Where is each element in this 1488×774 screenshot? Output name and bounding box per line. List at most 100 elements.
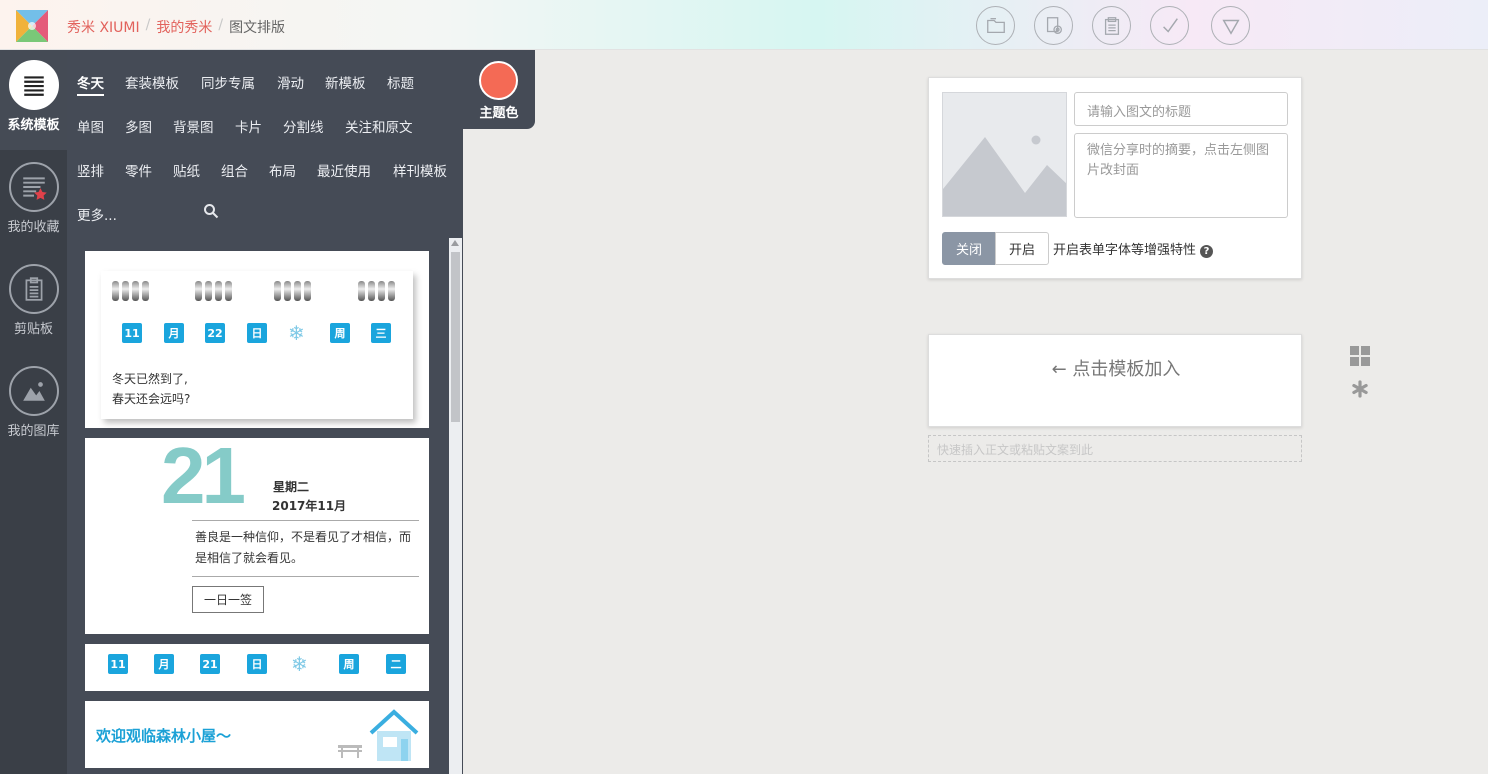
template-card-calendar[interactable]: 11 月 22 日 ❄ 周 三 冬天已然到了, 春天还会远吗? — [85, 251, 429, 428]
rail-item-gallery[interactable]: 我的图库 — [0, 366, 67, 439]
date-box: 22 — [205, 323, 225, 343]
copy-settings-icon — [1046, 16, 1062, 34]
date-box: 21 — [200, 654, 220, 674]
theme-color-picker[interactable]: 主题色 — [463, 50, 535, 129]
check-icon — [1162, 17, 1178, 33]
year-month-label: 2017年11月 — [272, 499, 347, 513]
breadcrumb-separator: / — [145, 17, 151, 33]
clipboard-icon — [8, 264, 59, 314]
category-stickers[interactable]: 贴纸 — [173, 160, 200, 180]
left-rail: 系统模板 我的收藏 剪贴板 我的图库 — [0, 50, 67, 774]
more-options-button[interactable] — [1211, 6, 1250, 45]
category-slide[interactable]: 滑动 — [277, 72, 304, 92]
enhanced-features-text: 开启表单字体等增强特性 — [1053, 243, 1197, 258]
weekday-label: 星期二 — [273, 480, 310, 494]
quote-text: 善良是一种信仰，不是看见了才相信，而是相信了就会看见。 — [195, 530, 412, 565]
rail-item-label: 我的收藏 — [7, 220, 60, 235]
category-sync-exclusive[interactable]: 同步专属 — [201, 72, 255, 92]
open-file-button[interactable] — [976, 6, 1015, 45]
template-card-forest-cabin[interactable]: 欢迎观临森林小屋〜 — [85, 701, 429, 768]
scroll-up-arrow-icon[interactable] — [451, 240, 459, 246]
grid-view-icon[interactable] — [1350, 346, 1370, 366]
brand-link[interactable]: 秀米 XIUMI — [67, 17, 140, 37]
snowflake-icon: ❄ — [288, 321, 305, 345]
clipboard-icon — [1104, 16, 1119, 35]
snowflake-icon: ❄ — [291, 652, 308, 676]
image-placeholder-icon — [943, 93, 1066, 216]
breadcrumb-my-xiumi[interactable]: 我的秀米 — [156, 17, 212, 37]
theme-color-label: 主题色 — [479, 106, 519, 121]
date-box: 周 — [330, 323, 350, 343]
menu-lines-icon — [8, 60, 59, 110]
date-box: 11 — [108, 654, 128, 674]
rail-item-favorites[interactable]: 我的收藏 — [0, 162, 67, 235]
category-layout[interactable]: 布局 — [269, 160, 296, 180]
category-single-image[interactable]: 单图 — [77, 116, 104, 136]
daily-sign-label: 一日一签 — [192, 586, 264, 613]
category-sample-templates[interactable]: 样刊模板 — [393, 160, 447, 180]
rail-item-clipboard[interactable]: 剪贴板 — [0, 264, 67, 337]
toggle-off-button[interactable]: 关闭 — [942, 232, 996, 265]
binder-rings — [112, 281, 149, 301]
breadcrumb-current: 图文排版 — [229, 20, 286, 36]
category-parts[interactable]: 零件 — [125, 160, 152, 180]
rail-item-label: 我的图库 — [7, 424, 60, 439]
copy-settings-button[interactable] — [1034, 6, 1073, 45]
cover-image-placeholder[interactable] — [942, 92, 1067, 217]
category-recent[interactable]: 最近使用 — [317, 160, 371, 180]
card-text-line: 春天还会远吗? — [112, 392, 191, 406]
date-box: 日 — [247, 654, 267, 674]
category-combination[interactable]: 组合 — [221, 160, 248, 180]
article-summary-input[interactable]: 微信分享时的摘要，点击左侧图片改封面 — [1074, 133, 1288, 218]
date-box: 三 — [371, 323, 391, 343]
date-box: 月 — [164, 323, 184, 343]
rail-item-label: 剪贴板 — [13, 322, 53, 337]
theme-color-swatch[interactable] — [479, 61, 518, 100]
category-multi-image[interactable]: 多图 — [125, 116, 152, 136]
xiumi-logo-icon[interactable] — [10, 6, 54, 46]
enhanced-features-label: 开启表单字体等增强特性? — [1053, 239, 1214, 258]
binder-rings — [274, 281, 311, 301]
binder-rings — [195, 281, 232, 301]
bench-icon — [338, 745, 362, 758]
top-bar: 秀米 XIUMI / 我的秀米 / 图文排版 — [0, 0, 1488, 50]
card-title: 欢迎观临森林小屋〜 — [96, 727, 232, 745]
template-card-daily-sign[interactable]: 21 星期二 2017年11月 善良是一种信仰，不是看见了才相信，而是相信了就会… — [85, 438, 429, 634]
category-card[interactable]: 卡片 — [235, 116, 262, 136]
article-cover-box: 请输入图文的标题 微信分享时的摘要，点击左侧图片改封面 关闭 开启 开启表单字体… — [928, 77, 1302, 279]
drop-hint: ← 点击模板加入 — [1051, 359, 1181, 380]
asterisk-settings-icon[interactable] — [1351, 380, 1369, 398]
category-title[interactable]: 标题 — [387, 72, 414, 92]
big-day-number: 21 — [161, 438, 246, 520]
help-icon[interactable]: ? — [1200, 245, 1214, 258]
category-background-image[interactable]: 背景图 — [173, 116, 214, 136]
article-title-input[interactable]: 请输入图文的标题 — [1074, 92, 1288, 126]
rail-item-label: 系统模板 — [7, 118, 60, 133]
category-suite-templates[interactable]: 套装模板 — [125, 72, 179, 92]
folder-icon — [986, 17, 1005, 33]
template-card-date-strip[interactable]: 11 月 21 日 ❄ 周 二 — [85, 644, 429, 691]
favorites-icon — [8, 162, 59, 212]
house-icon — [369, 709, 419, 761]
template-drop-area[interactable]: ← 点击模板加入 — [928, 334, 1302, 427]
card-text-line: 冬天已然到了, — [112, 372, 188, 386]
search-icon[interactable] — [203, 203, 219, 219]
category-new-templates[interactable]: 新模板 — [325, 72, 366, 92]
binder-rings — [358, 281, 395, 301]
gallery-icon — [8, 366, 59, 416]
date-box: 11 — [122, 323, 142, 343]
divider-line — [192, 520, 419, 521]
scrollbar-thumb[interactable] — [451, 252, 460, 422]
category-winter[interactable]: 冬天 — [77, 72, 104, 96]
rail-item-system-templates[interactable]: 系统模板 — [0, 50, 67, 150]
category-more[interactable]: 更多... — [77, 204, 117, 224]
quick-paste-area[interactable]: 快速插入正文或粘贴文案到此 — [928, 435, 1302, 462]
save-check-button[interactable] — [1150, 6, 1189, 45]
category-divider[interactable]: 分割线 — [283, 116, 324, 136]
date-box: 月 — [154, 654, 174, 674]
toggle-on-button[interactable]: 开启 — [995, 232, 1049, 265]
category-follow-original[interactable]: 关注和原文 — [345, 116, 413, 136]
clipboard-button[interactable] — [1092, 6, 1131, 45]
triangle-down-icon — [1221, 19, 1240, 35]
category-vertical[interactable]: 竖排 — [77, 160, 104, 180]
